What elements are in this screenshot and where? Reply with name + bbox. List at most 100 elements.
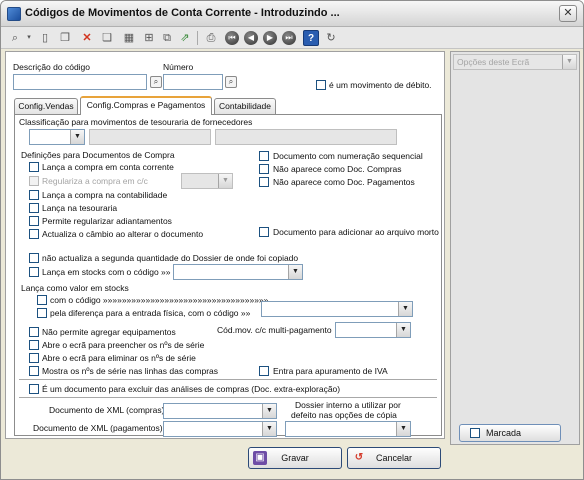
nao-doc-compras-label: Não aparece como Doc. Compras	[273, 164, 402, 174]
copy-icon[interactable]: ❐	[57, 30, 73, 46]
stocks-select[interactable]: ▼	[173, 264, 303, 280]
chevron-down-icon[interactable]: ▼	[396, 323, 410, 337]
print-preview-icon[interactable]: ⎙	[203, 30, 219, 46]
excluir-analises-checkbox[interactable]	[29, 384, 39, 394]
new-document-icon[interactable]: ▯	[37, 30, 53, 46]
descricao-search-icon[interactable]: ⌕	[150, 76, 162, 88]
main-form: Descrição do código ⌕ Número ⌕ é um movi…	[5, 51, 445, 439]
options-select[interactable]: Opções deste Ecrã ▼	[453, 54, 577, 70]
next-record-icon[interactable]: ▶	[263, 31, 277, 45]
table-icon[interactable]: ▦	[121, 30, 137, 46]
duplicate-icon[interactable]: ❏	[99, 30, 115, 46]
multi-pagamento-label: Cód.mov. c/c multi-pagamento	[217, 325, 332, 335]
compra-contabilidade-label: Lança a compra na contabilidade	[42, 190, 168, 200]
chevron-down-icon[interactable]: ▼	[262, 422, 276, 436]
refresh-icon[interactable]: ↻	[323, 30, 339, 46]
cambio-checkbox[interactable]	[29, 229, 39, 239]
adiantamentos-checkbox[interactable]	[29, 216, 39, 226]
classificacao-field-2	[215, 129, 397, 145]
classificacao-field-1	[89, 129, 211, 145]
app-icon	[7, 7, 21, 21]
debito-checkbox[interactable]	[316, 80, 326, 90]
marcada-checkbox[interactable]	[470, 428, 480, 438]
numeracao-sequencial-checkbox[interactable]	[259, 151, 269, 161]
compra-contabilidade-checkbox[interactable]	[29, 190, 39, 200]
stocks-label: Lança em stocks com o código »»	[42, 267, 171, 277]
debito-label: é um movimento de débito.	[329, 80, 432, 90]
cancel-label: Cancelar	[375, 453, 413, 463]
section-divider	[19, 379, 437, 380]
numero-search-icon[interactable]: ⌕	[225, 76, 237, 88]
save-icon: ▣	[253, 451, 267, 465]
preencher-serie-label: Abre o ecrã para preencher os nºs de sér…	[42, 340, 205, 350]
iva-label: Entra para apuramento de IVA	[273, 366, 388, 376]
multi-pagamento-select[interactable]: ▼	[335, 322, 411, 338]
chevron-down-icon[interactable]: ▼	[70, 130, 84, 144]
iva-checkbox[interactable]	[259, 366, 269, 376]
marcada-button[interactable]: Marcada	[459, 424, 561, 442]
app-window: Códigos de Movimentos de Conta Corrente …	[0, 0, 584, 480]
tab-panel: Classificação para movimentos de tesoura…	[14, 114, 442, 437]
classificacao-select[interactable]: ▼	[29, 129, 85, 145]
descricao-label: Descrição do código	[13, 62, 91, 72]
chevron-down-icon[interactable]: ▼	[396, 422, 410, 436]
toolbar: ⌕ ▾ ▯ ❐ ✕ ❏ ▦ ⊞ ⧉ ⇗ ⎙ ⏮ ◀ ▶ ⏭ ? ↻	[1, 27, 583, 49]
classificacao-label: Classificação para movimentos de tesoura…	[19, 117, 253, 127]
last-record-icon[interactable]: ⏭	[282, 31, 296, 45]
tab-config-compras[interactable]: Config.Compras e Pagamentos	[80, 96, 212, 115]
chevron-down-icon[interactable]: ▾	[21, 30, 37, 46]
chevron-down-icon: ▼	[218, 174, 232, 188]
first-record-icon[interactable]: ⏮	[225, 31, 239, 45]
dossier-select[interactable]: ▼	[285, 421, 411, 437]
tesouraria-checkbox[interactable]	[29, 203, 39, 213]
com-codigo-label: com o código »»»»»»»»»»»»»»»»»»»»»»»»»»»…	[50, 295, 269, 305]
numero-label: Número	[163, 62, 194, 72]
dossier-label-line1: Dossier interno a utilizar por	[295, 400, 401, 410]
chevron-down-icon[interactable]: ▼	[288, 265, 302, 279]
diferenca-checkbox[interactable]	[37, 308, 47, 318]
nao-doc-compras-checkbox[interactable]	[259, 164, 269, 174]
nao-doc-pagamentos-checkbox[interactable]	[259, 177, 269, 187]
tab-config-vendas[interactable]: Config.Vendas	[14, 98, 78, 114]
help-icon[interactable]: ?	[303, 30, 319, 46]
excluir-analises-label: É um documento para excluir das análises…	[42, 384, 341, 394]
xml-pagamentos-label: Documento de XML (pagamentos)	[33, 423, 163, 433]
descricao-input[interactable]	[13, 74, 147, 90]
mostra-serie-checkbox[interactable]	[29, 366, 39, 376]
diferenca-select[interactable]: ▼	[261, 301, 413, 317]
agregar-label: Não permite agregar equipamentos	[42, 327, 176, 337]
numero-input[interactable]	[163, 74, 223, 90]
compra-conta-corrente-label: Lança a compra em conta corrente	[42, 162, 174, 172]
section-divider	[19, 397, 437, 398]
network-icon[interactable]: ⧉	[159, 30, 175, 46]
export-icon[interactable]: ⇗	[177, 30, 193, 46]
chevron-down-icon[interactable]: ▼	[562, 55, 576, 69]
options-sidebar: Opções deste Ecrã ▼ Marcada	[450, 51, 580, 445]
cancel-icon: ↺	[354, 452, 364, 463]
save-button[interactable]: ▣ Gravar	[248, 447, 342, 469]
chevron-down-icon[interactable]: ▼	[262, 404, 276, 418]
tesouraria-label: Lança na tesouraria	[42, 203, 118, 213]
eliminar-serie-checkbox[interactable]	[29, 353, 39, 363]
previous-record-icon[interactable]: ◀	[244, 31, 258, 45]
regulariza-compra-label: Regulariza a compra em c/c	[42, 176, 148, 186]
xml-compras-select[interactable]: ▼	[163, 403, 277, 419]
com-codigo-checkbox[interactable]	[37, 295, 47, 305]
delete-icon[interactable]: ✕	[79, 30, 95, 46]
dossier-label-line2: defeito nas opções de cópia	[291, 410, 397, 420]
title-bar: Códigos de Movimentos de Conta Corrente …	[1, 1, 583, 27]
tree-icon[interactable]: ⊞	[141, 30, 157, 46]
agregar-checkbox[interactable]	[29, 327, 39, 337]
regulariza-select: ▼	[181, 173, 233, 189]
preencher-serie-checkbox[interactable]	[29, 340, 39, 350]
chevron-down-icon[interactable]: ▼	[398, 302, 412, 316]
cancel-button[interactable]: ↺ Cancelar	[347, 447, 441, 469]
arquivo-morto-checkbox[interactable]	[259, 227, 269, 237]
close-button[interactable]: ✕	[559, 5, 577, 22]
tab-contabilidade[interactable]: Contabilidade	[214, 98, 276, 114]
stocks-checkbox[interactable]	[29, 267, 39, 277]
segunda-quantidade-checkbox[interactable]	[29, 253, 39, 263]
compra-conta-corrente-checkbox[interactable]	[29, 162, 39, 172]
diferenca-label: pela diferença para a entrada física, co…	[50, 308, 251, 318]
xml-pagamentos-select[interactable]: ▼	[163, 421, 277, 437]
